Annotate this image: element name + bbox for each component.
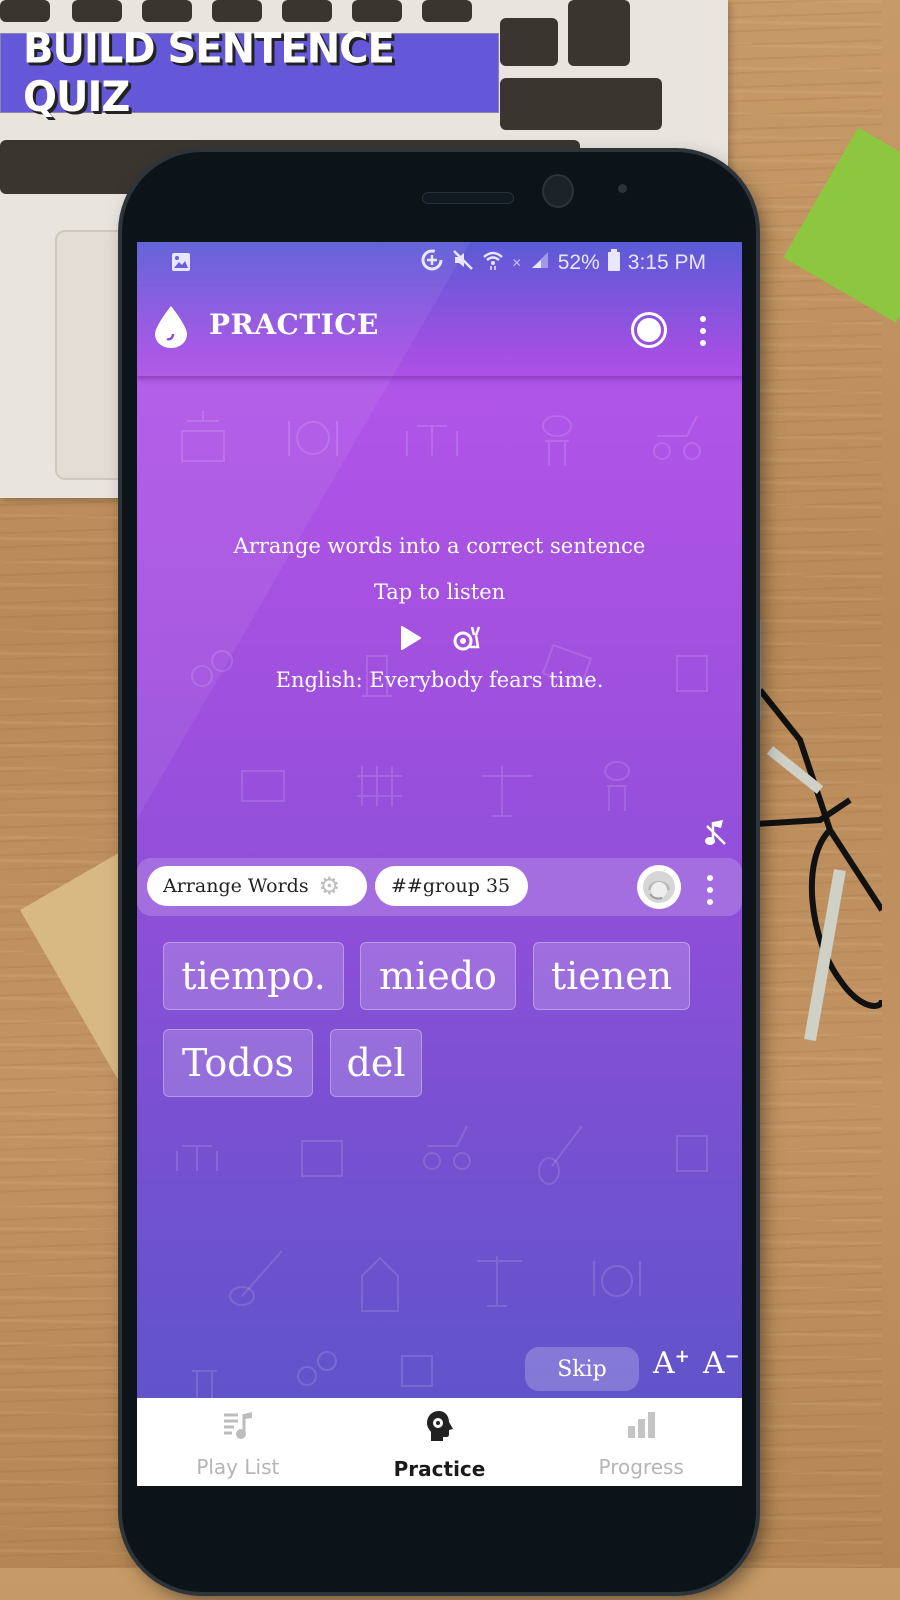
app-screen: ✕ 52% 3:15 PM PRACTICE Arrange words int… [137, 242, 742, 1486]
gear-icon [297, 1351, 337, 1386]
banner-title: BUILD SENTENCE QUIZ [23, 24, 395, 122]
nav-label-play-list: Play List [196, 1455, 280, 1479]
timer-icon[interactable] [631, 312, 667, 348]
key [422, 0, 472, 22]
plate-cutlery-icon [288, 421, 338, 456]
audio-controls [137, 625, 742, 656]
exercise-tag-bar: Arrange Words ⚙ ##group 35 [137, 858, 742, 916]
key [142, 0, 192, 22]
wifi-icon [482, 249, 504, 277]
slow-play-snail-icon[interactable] [452, 625, 480, 656]
chair-icon [192, 1370, 217, 1401]
nav-label-progress: Progress [598, 1455, 684, 1479]
head-gear-icon [426, 1410, 454, 1447]
bottom-navigation: Play List Practice Progress [137, 1398, 742, 1486]
more-options-icon[interactable] [700, 316, 706, 346]
group-chip-label: ##group 35 [391, 875, 511, 897]
data-saver-icon [420, 248, 444, 278]
dining-set-icon [406, 425, 458, 456]
word-tile[interactable]: miedo [360, 942, 516, 1010]
proximity-sensor [618, 184, 627, 193]
mode-chip[interactable]: Arrange Words ⚙ [147, 866, 367, 906]
plus-sign: + [674, 1346, 690, 1367]
battery-percent: 52% [557, 251, 600, 274]
bar-chart-icon [626, 1410, 656, 1445]
signal-icon [530, 250, 550, 276]
tag-bar-more-options-icon[interactable] [707, 875, 713, 905]
key [72, 0, 122, 22]
house-icon [361, 1256, 399, 1312]
drop-logo-icon [155, 306, 187, 353]
nav-label-practice: Practice [393, 1457, 486, 1481]
key [352, 0, 402, 22]
crane-icon [477, 1256, 522, 1307]
nav-item-practice[interactable]: Practice [339, 1398, 541, 1486]
settings-gear-icon[interactable]: ⚙ [319, 874, 341, 898]
font-increase-button[interactable]: A+ [653, 1346, 690, 1381]
power-button [757, 620, 761, 720]
chair-icon [604, 761, 630, 811]
scooter-icon [653, 415, 701, 460]
nav-item-progress[interactable]: Progress [540, 1398, 742, 1486]
instruction-text: Arrange words into a correct sentence [233, 534, 646, 558]
playlist-music-icon [222, 1410, 254, 1445]
fence-icon [357, 766, 402, 806]
skip-button[interactable]: Skip [525, 1347, 639, 1391]
word-tile[interactable]: tiempo. [163, 942, 344, 1010]
font-decrease-button[interactable]: A− [703, 1346, 740, 1381]
crane-icon [482, 766, 532, 817]
shovel-icon [538, 1125, 583, 1185]
mute-icon [452, 249, 474, 277]
title-banner: BUILD SENTENCE QUIZ [0, 25, 499, 121]
front-camera [542, 174, 574, 208]
mute-sound-icon[interactable] [703, 818, 729, 853]
app-bar: PRACTICE [137, 286, 742, 376]
key [568, 0, 630, 66]
key [0, 0, 50, 22]
key [282, 0, 332, 22]
drill-icon [401, 1355, 433, 1387]
table-icon [181, 411, 225, 462]
scooter-icon [423, 1125, 471, 1170]
page-title: PRACTICE [209, 308, 379, 341]
play-icon[interactable] [400, 625, 422, 656]
word-tile[interactable]: tienen [533, 942, 690, 1010]
shift-key [500, 78, 662, 130]
drill-icon [676, 1135, 708, 1172]
english-translation: English: Everybody fears time. [275, 668, 604, 692]
plate-cutlery-icon [593, 1261, 641, 1297]
tap-to-listen-label[interactable]: Tap to listen [137, 580, 742, 604]
table-icon [241, 770, 285, 802]
dining-set-icon [176, 1145, 218, 1171]
group-chip[interactable]: ##group 35 [375, 866, 528, 906]
earpiece-speaker [422, 192, 514, 204]
key [212, 0, 262, 22]
nav-item-play-list[interactable]: Play List [137, 1398, 339, 1486]
clock-time: 3:15 PM [627, 251, 706, 274]
nfc-icon: ✕ [511, 256, 522, 270]
mode-chip-label: Arrange Words [163, 875, 309, 897]
status-bar: ✕ 52% 3:15 PM [137, 242, 742, 286]
font-increase-label: A [653, 1346, 675, 1381]
gallery-icon [171, 252, 191, 278]
eyeglasses [740, 688, 882, 1042]
table-icon [301, 1140, 343, 1177]
support-agent-avatar-icon[interactable] [637, 865, 681, 909]
guitar-icon [229, 1250, 283, 1306]
battery-icon [607, 249, 620, 277]
font-decrease-label: A [703, 1346, 725, 1381]
minus-sign: − [724, 1346, 740, 1367]
key [500, 18, 558, 66]
word-tile[interactable]: Todos [163, 1029, 313, 1097]
word-tile[interactable]: del [330, 1029, 422, 1097]
chair-icon [542, 415, 572, 466]
